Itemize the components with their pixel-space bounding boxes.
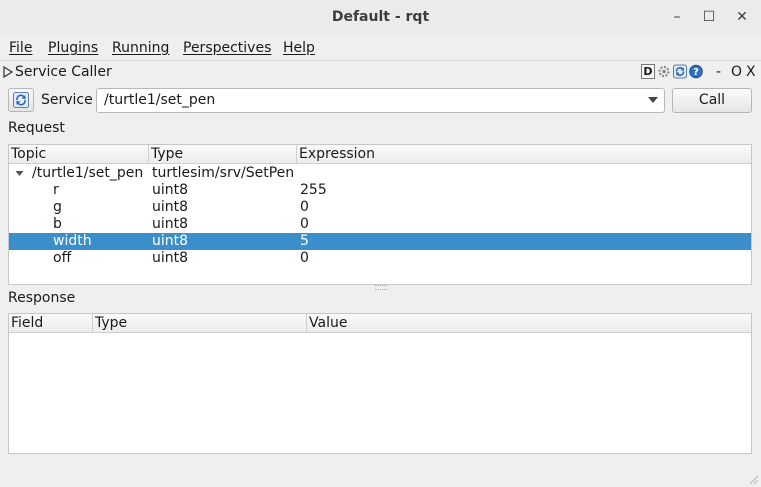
maximize-window-button[interactable]: ☐ [693, 0, 725, 35]
call-button[interactable]: Call [672, 88, 752, 113]
plugin-minimize-button[interactable]: - [716, 62, 721, 82]
chevron-down-icon[interactable] [648, 97, 658, 103]
tree-row[interactable]: g uint8 0 [9, 199, 751, 216]
row-type: uint8 [152, 216, 189, 232]
menu-plugins[interactable]: Plugins [48, 38, 98, 58]
menu-help[interactable]: Help [283, 38, 315, 58]
row-expression[interactable]: 5 [300, 233, 309, 250]
tree-row[interactable]: r uint8 255 [9, 182, 751, 199]
row-topic: width [53, 233, 92, 249]
plugin-close-button[interactable]: X [746, 62, 756, 82]
request-tree-header: Topic Type Expression [9, 145, 751, 164]
row-type: uint8 [152, 250, 189, 266]
column-header-expression[interactable]: Expression [297, 145, 751, 164]
row-topic: g [53, 199, 62, 215]
tree-row-selected[interactable]: width uint8 5 [9, 233, 751, 250]
request-tree[interactable]: Topic Type Expression /turtle1/set_pen t… [8, 144, 752, 285]
expand-arrow-icon[interactable] [2, 64, 14, 80]
window-title: Default - rqt [331, 9, 430, 25]
row-topic: /turtle1/set_pen [32, 165, 144, 181]
column-header-type[interactable]: Type [149, 145, 297, 164]
refresh-services-button[interactable] [8, 88, 34, 112]
minimize-window-button[interactable]: – [661, 0, 693, 35]
service-label: Service [41, 92, 93, 108]
column-header-value[interactable]: Value [307, 314, 751, 333]
response-tree[interactable]: Field Type Value [8, 313, 752, 454]
menu-running[interactable]: Running [112, 38, 169, 58]
close-window-button[interactable]: ✕ [726, 0, 758, 35]
tree-row-root[interactable]: /turtle1/set_pen turtlesim/srv/SetPen [9, 165, 751, 182]
reload-icon[interactable] [673, 64, 687, 79]
splitter-handle[interactable] [375, 285, 387, 290]
row-topic: b [53, 216, 62, 232]
svg-text:?: ? [693, 67, 699, 78]
column-header-type[interactable]: Type [93, 314, 307, 333]
plugin-float-button[interactable]: O [731, 62, 742, 82]
response-label: Response [8, 290, 76, 306]
column-header-field[interactable]: Field [9, 314, 93, 333]
request-label: Request [8, 120, 65, 136]
menu-file[interactable]: File [9, 38, 32, 58]
service-selected-value: /turtle1/set_pen [104, 92, 216, 108]
row-topic: off [53, 250, 72, 266]
row-type: turtlesim/srv/SetPen [152, 165, 295, 181]
tree-row[interactable]: b uint8 0 [9, 216, 751, 233]
menu-perspectives[interactable]: Perspectives [183, 38, 271, 58]
d-icon[interactable]: D [641, 64, 655, 79]
row-topic: r [53, 182, 59, 198]
row-type: uint8 [152, 182, 189, 198]
column-header-topic[interactable]: Topic [9, 145, 149, 164]
refresh-icon [13, 92, 29, 108]
collapse-arrow-icon[interactable] [15, 170, 24, 177]
plugin-title: Service Caller [15, 64, 112, 80]
row-expression[interactable]: 0 [300, 250, 309, 267]
row-expression[interactable]: 0 [300, 216, 309, 233]
help-icon[interactable]: ? [689, 64, 703, 79]
gear-icon[interactable] [657, 64, 671, 79]
row-expression[interactable]: 0 [300, 199, 309, 216]
row-type: uint8 [152, 233, 189, 249]
row-expression[interactable]: 255 [300, 182, 327, 199]
row-type: uint8 [152, 199, 189, 215]
tree-row[interactable]: off uint8 0 [9, 250, 751, 267]
resize-grip-icon[interactable] [747, 473, 759, 485]
response-tree-header: Field Type Value [9, 314, 751, 333]
